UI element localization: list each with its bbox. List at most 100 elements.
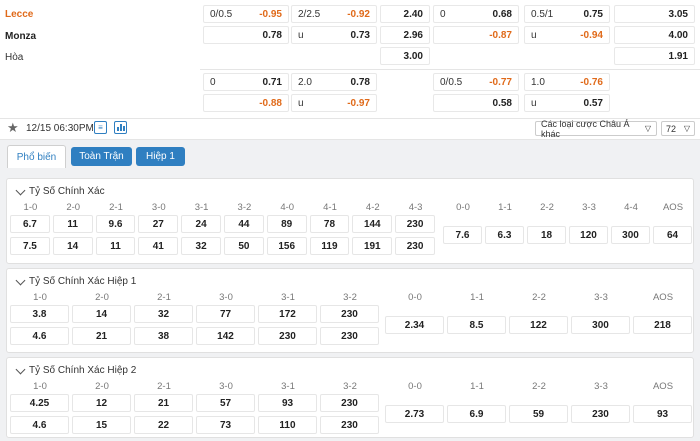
stats-icon[interactable] <box>114 121 127 134</box>
list-icon[interactable]: ≡ <box>94 121 107 134</box>
tab-pho-bien[interactable]: Phổ biến <box>7 145 66 168</box>
odds-cell[interactable]: 122 <box>509 316 568 334</box>
odds-cell[interactable]: 230 <box>320 305 379 323</box>
odds-cell[interactable]: 230 <box>258 327 317 345</box>
odds-cell[interactable]: 230 <box>320 416 379 434</box>
odds-cell[interactable]: 2.34 <box>385 316 444 334</box>
odds-cell[interactable]: 32 <box>181 237 221 255</box>
alt-under-h1[interactable]: u 0.57 <box>524 94 610 112</box>
odds-cell[interactable]: 32 <box>134 305 193 323</box>
odds-cell[interactable]: 4.25 <box>10 394 69 412</box>
star-icon[interactable]: ★ <box>7 120 19 136</box>
odds-cell[interactable]: 12 <box>72 394 131 412</box>
odds-cell[interactable]: 11 <box>52 215 93 233</box>
panel-title[interactable]: Tỷ Số Chính Xác Hiệp 1 <box>15 275 136 287</box>
odds-cell[interactable]: 11 <box>95 237 136 255</box>
odds-cell[interactable]: 24 <box>181 215 221 233</box>
odds-cell[interactable]: 38 <box>134 327 193 345</box>
odds-cell[interactable]: 7.5 <box>10 237 50 255</box>
odds-cell[interactable]: 93 <box>633 405 692 423</box>
tab-toan-tran[interactable]: Toàn Trận <box>71 147 132 166</box>
moneyline-h1-draw[interactable]: 1.91 <box>614 47 695 65</box>
odds-cell[interactable]: 230 <box>395 215 435 233</box>
odds-cell[interactable]: 93 <box>258 394 317 412</box>
odds-cell[interactable]: 156 <box>266 237 307 255</box>
odds-cell[interactable]: 89 <box>266 215 307 233</box>
odds-cell[interactable]: 57 <box>196 394 255 412</box>
market-count-select[interactable]: 72 ▽ <box>661 121 695 136</box>
odds-cell[interactable]: 8.5 <box>447 316 506 334</box>
odds-cell[interactable]: 230 <box>571 405 630 423</box>
handicap-home-odds[interactable]: 0/0.5 -0.95 <box>203 5 289 23</box>
odds-cell[interactable]: 2.73 <box>385 405 444 423</box>
odds-cell[interactable]: 300 <box>611 226 650 244</box>
odds-cell[interactable]: 144 <box>352 215 393 233</box>
odds-cell[interactable]: 15 <box>72 416 131 434</box>
odds-cell[interactable]: 14 <box>72 305 131 323</box>
odds-cell[interactable]: 64 <box>653 226 692 244</box>
handicap-h1-home[interactable]: 0 0.68 <box>433 5 519 23</box>
odds-cell[interactable]: 44 <box>224 215 264 233</box>
odds-value: 2.96 <box>403 29 423 41</box>
score-header: 3-1 <box>281 381 295 392</box>
odds-value: 0.78 <box>350 76 370 88</box>
odds-cell[interactable]: 172 <box>258 305 317 323</box>
odds-cell[interactable]: 6.3 <box>485 226 524 244</box>
score-header: 3-3 <box>582 202 596 213</box>
alt-under[interactable]: u -0.97 <box>291 94 377 112</box>
odds-cell[interactable]: 142 <box>196 327 255 345</box>
odds-cell[interactable]: 4.6 <box>10 327 69 345</box>
odds-value: -0.92 <box>347 8 370 20</box>
panel-title[interactable]: Tỷ Số Chính Xác <box>15 185 105 197</box>
under-h1[interactable]: u -0.94 <box>524 26 610 44</box>
odds-cell[interactable]: 300 <box>571 316 630 334</box>
odds-cell[interactable]: 59 <box>509 405 568 423</box>
odds-cell[interactable]: 120 <box>569 226 608 244</box>
odds-cell[interactable]: 218 <box>633 316 692 334</box>
odds-label: 0.5/1 <box>531 8 554 20</box>
odds-cell[interactable]: 4.6 <box>10 416 69 434</box>
odds-cell[interactable]: 191 <box>352 237 393 255</box>
odds-cell[interactable]: 3.8 <box>10 305 69 323</box>
odds-cell[interactable]: 9.6 <box>95 215 136 233</box>
odds-cell[interactable]: 22 <box>134 416 193 434</box>
alt-handicap-home[interactable]: 0 0.71 <box>203 73 289 91</box>
odds-cell[interactable]: 73 <box>196 416 255 434</box>
odds-cell[interactable]: 21 <box>134 394 193 412</box>
over-under-h1[interactable]: 0.5/1 0.75 <box>524 5 610 23</box>
moneyline-h1-home[interactable]: 3.05 <box>614 5 695 23</box>
panel-title[interactable]: Tỷ Số Chính Xác Hiệp 2 <box>15 364 136 376</box>
handicap-h1-away[interactable]: -0.87 <box>433 26 519 44</box>
alt-handicap-away[interactable]: -0.88 <box>203 94 289 112</box>
alt-handicap-h1-away[interactable]: 0.58 <box>433 94 519 112</box>
odds-cell[interactable]: 6.9 <box>447 405 506 423</box>
odds-cell[interactable]: 27 <box>138 215 179 233</box>
alt-handicap-h1-home[interactable]: 0/0.5 -0.77 <box>433 73 519 91</box>
odds-cell[interactable]: 230 <box>320 327 379 345</box>
moneyline-away[interactable]: 2.96 <box>380 26 430 44</box>
odds-cell[interactable]: 21 <box>72 327 131 345</box>
market-select[interactable]: Các loại cược Châu Á khác ▽ <box>535 119 657 139</box>
over-under-odds[interactable]: 2/2.5 -0.92 <box>291 5 377 23</box>
odds-cell[interactable]: 230 <box>320 394 379 412</box>
odds-cell[interactable]: 77 <box>196 305 255 323</box>
odds-cell[interactable]: 7.6 <box>443 226 482 244</box>
odds-cell[interactable]: 230 <box>395 237 435 255</box>
alt-over[interactable]: 2.0 0.78 <box>291 73 377 91</box>
odds-cell[interactable]: 41 <box>138 237 179 255</box>
odds-cell[interactable]: 119 <box>309 237 350 255</box>
handicap-away-odds[interactable]: 0.78 <box>203 26 289 44</box>
odds-cell[interactable]: 78 <box>309 215 350 233</box>
moneyline-h1-away[interactable]: 4.00 <box>614 26 695 44</box>
alt-over-h1[interactable]: 1.0 -0.76 <box>524 73 610 91</box>
moneyline-home[interactable]: 2.40 <box>380 5 430 23</box>
odds-cell[interactable]: 50 <box>224 237 264 255</box>
odds-cell[interactable]: 6.7 <box>10 215 50 233</box>
tab-hiep-1[interactable]: Hiệp 1 <box>136 147 185 166</box>
odds-cell[interactable]: 18 <box>527 226 566 244</box>
under-odds[interactable]: u 0.73 <box>291 26 377 44</box>
odds-label: 0 <box>210 76 216 88</box>
odds-cell[interactable]: 14 <box>52 237 93 255</box>
moneyline-draw[interactable]: 3.00 <box>380 47 430 65</box>
odds-cell[interactable]: 110 <box>258 416 317 434</box>
